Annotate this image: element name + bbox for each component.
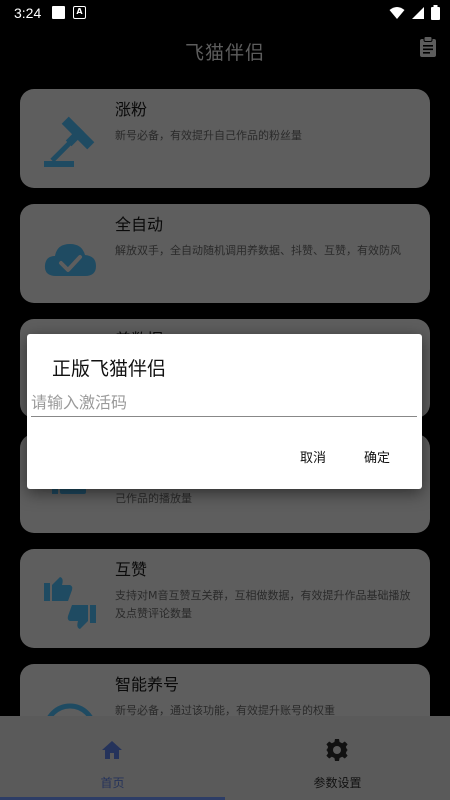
gavel-icon xyxy=(44,116,95,167)
confirm-button[interactable]: 确定 xyxy=(364,447,390,466)
card-desc: 解放双手，全自动随机调用养数据、抖赞、互赞，有效防风 xyxy=(115,244,401,257)
nav-item-settings[interactable]: 参数设置 xyxy=(225,716,450,800)
card-title: 涨粉 xyxy=(115,100,148,119)
card-desc: 新号必备，有效提升自己作品的粉丝量 xyxy=(115,129,302,142)
battery-icon xyxy=(431,5,440,20)
feature-card-auto[interactable]: 全自动 解放双手，全自动随机调用养数据、抖赞、互赞，有效防风 xyxy=(20,204,430,303)
nav-label-settings: 参数设置 xyxy=(313,776,362,790)
card-title: 全自动 xyxy=(115,215,164,234)
notification-a-icon: A xyxy=(73,6,86,19)
gear-icon xyxy=(326,739,348,761)
thumbs-up-down-icon xyxy=(44,577,96,629)
feature-card-mutual-like[interactable]: 互赞 支持对M音互赞互关群，互相做数据，有效提升作品基础播放及点赞评论数量 xyxy=(20,549,430,648)
activation-dialog: 正版飞猫伴侣 取消 确定 xyxy=(27,334,422,489)
bottom-nav: 首页 参数设置 xyxy=(0,716,450,800)
dialog-title: 正版飞猫伴侣 xyxy=(52,358,167,380)
status-bar: 3:24 A xyxy=(0,0,450,26)
card-desc: 己作品的播放量 xyxy=(115,492,192,505)
status-time: 3:24 xyxy=(14,5,42,21)
nav-item-home[interactable]: 首页 xyxy=(0,716,225,800)
wifi-icon xyxy=(389,6,405,19)
home-icon xyxy=(102,741,122,759)
signal-icon xyxy=(412,6,424,19)
card-title: 互赞 xyxy=(115,560,148,579)
nav-label-home: 首页 xyxy=(100,776,125,790)
app-bar: 飞猫伴侣 xyxy=(0,26,450,72)
activation-code-input[interactable] xyxy=(31,389,417,417)
app-title: 飞猫伴侣 xyxy=(184,42,265,64)
clipboard-icon[interactable] xyxy=(418,36,438,58)
card-desc: 支持对M音互赞互关群，互相做数据，有效提升作品基础播放及点赞评论数量 xyxy=(115,589,411,620)
notification-square-icon xyxy=(52,6,65,19)
card-title: 智能养号 xyxy=(115,675,180,694)
feature-card-gain-fans[interactable]: 涨粉 新号必备，有效提升自己作品的粉丝量 xyxy=(20,89,430,188)
cloud-check-icon xyxy=(44,244,96,276)
cancel-button[interactable]: 取消 xyxy=(300,447,326,466)
status-icons xyxy=(389,5,440,20)
